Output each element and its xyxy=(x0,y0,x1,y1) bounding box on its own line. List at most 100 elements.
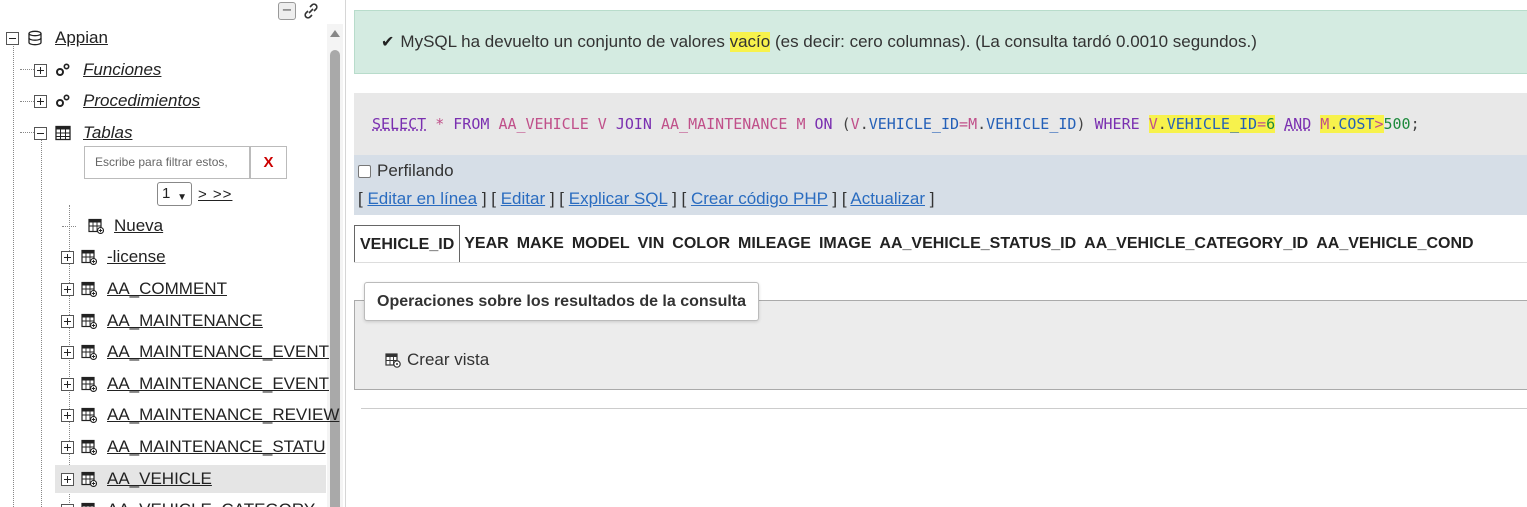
filter-clear-button[interactable]: X xyxy=(250,146,287,179)
profiling-label[interactable]: Perfilando xyxy=(377,161,454,181)
nav-scrollbar[interactable] xyxy=(327,24,343,507)
sql-table: AA_VEHICLE xyxy=(498,115,589,133)
sql-alias: V xyxy=(1148,115,1158,133)
column-header[interactable]: AA_VEHICLE_STATUS_ID xyxy=(875,225,1080,262)
sql-keyword: JOIN xyxy=(615,115,652,133)
table-icon xyxy=(55,125,71,141)
tree-node-table[interactable]: AA_VEHICLE_CATEGORY xyxy=(55,496,326,507)
tree-node-table[interactable]: -license xyxy=(55,243,326,271)
expand-toggle[interactable] xyxy=(61,440,74,454)
tree-table-label[interactable]: AA_VEHICLE xyxy=(107,469,212,489)
profiling-option[interactable]: Perfilando xyxy=(358,161,454,181)
sql-number: 500 xyxy=(1383,115,1411,133)
tree-table-label[interactable]: Nueva xyxy=(114,216,163,236)
expand-toggle[interactable] xyxy=(61,503,74,507)
link-icon[interactable] xyxy=(302,2,320,20)
create-view-link[interactable]: Crear vista xyxy=(385,350,489,370)
expand-toggle[interactable] xyxy=(34,63,47,77)
create-view-label[interactable]: Crear vista xyxy=(407,350,489,370)
column-header[interactable]: VIN xyxy=(634,225,669,262)
view-icon xyxy=(385,353,401,368)
tree-node-table[interactable]: AA_COMMENT xyxy=(55,275,326,303)
column-header[interactable]: MAKE xyxy=(513,225,568,262)
expand-toggle[interactable] xyxy=(61,250,74,264)
column-header[interactable]: MILEAGE xyxy=(734,225,815,262)
message-text-before: MySQL ha devuelto un conjunto de valores xyxy=(400,32,730,51)
chevron-down-icon: ▼ xyxy=(177,192,187,203)
sql-token: ) xyxy=(1076,115,1086,133)
tree-node-table[interactable]: AA_MAINTENANCE_EVENT xyxy=(55,338,329,366)
page-select[interactable]: 1 ▼ xyxy=(157,182,192,206)
tree-node-tablas[interactable]: Tablas xyxy=(34,119,132,147)
column-header[interactable]: AA_VEHICLE_COND xyxy=(1312,225,1477,262)
tree-node-new-table[interactable]: Nueva xyxy=(62,212,333,240)
tree-label-funciones[interactable]: Funciones xyxy=(83,60,161,80)
page-next-link[interactable]: > >> xyxy=(198,186,232,203)
collapse-all-button[interactable]: − xyxy=(278,2,296,20)
table-icon xyxy=(81,502,95,507)
tree-table-label[interactable]: AA_VEHICLE_CATEGORY xyxy=(107,500,315,507)
explain-sql-link[interactable]: Explicar SQL xyxy=(569,189,668,208)
edit-link[interactable]: Editar xyxy=(501,189,545,208)
column-header[interactable]: IMAGE xyxy=(815,225,875,262)
message-highlight: vacío xyxy=(729,32,771,52)
expand-toggle[interactable] xyxy=(61,345,74,359)
sql-alias: M xyxy=(1320,115,1330,133)
tree-table-label[interactable]: -license xyxy=(107,247,166,267)
sql-column: VEHICLE_ID xyxy=(1166,115,1258,133)
collapse-toggle[interactable] xyxy=(6,31,19,45)
profiling-checkbox[interactable] xyxy=(358,164,371,178)
tree-table-label[interactable]: AA_MAINTENANCE_EVENT xyxy=(107,342,329,362)
sql-keyword: ON xyxy=(814,115,833,133)
scroll-up-arrow-icon[interactable] xyxy=(330,30,340,37)
expand-toggle[interactable] xyxy=(61,377,74,391)
tree-table-label[interactable]: AA_COMMENT xyxy=(107,279,227,299)
tree-node-table[interactable]: AA_MAINTENANCE_EVENT xyxy=(55,370,329,398)
expand-toggle[interactable] xyxy=(34,94,47,108)
column-header[interactable]: YEAR xyxy=(460,225,512,262)
tree-table-label[interactable]: AA_MAINTENANCE xyxy=(107,311,263,331)
column-header[interactable]: AA_VEHICLE_CATEGORY_ID xyxy=(1080,225,1312,262)
gears-icon xyxy=(56,94,70,107)
expand-toggle[interactable] xyxy=(61,314,74,328)
column-header[interactable]: VEHICLE_ID xyxy=(354,225,461,262)
expand-toggle[interactable] xyxy=(61,282,74,296)
table-filter-input[interactable]: Escribe para filtrar estos, xyxy=(84,146,250,179)
result-column-headers: VEHICLE_ID YEAR MAKE MODEL VIN COLOR MILEAGE IM… xyxy=(354,225,1527,263)
tree-table-label[interactable]: AA_MAINTENANCE_REVIEW xyxy=(107,405,339,425)
page-select-value: 1 xyxy=(162,185,171,202)
tree-table-label[interactable]: AA_MAINTENANCE_STATU xyxy=(107,437,326,457)
tree-node-funciones[interactable]: Funciones xyxy=(34,56,161,84)
tree-node-table[interactable]: AA_MAINTENANCE_REVIEW xyxy=(55,401,339,429)
tree-node-table[interactable]: AA_VEHICLE xyxy=(55,465,326,493)
scroll-thumb[interactable] xyxy=(330,50,340,507)
sql-token: . xyxy=(1157,115,1167,133)
tree-table-label[interactable]: AA_MAINTENANCE_EVENT xyxy=(107,374,329,394)
create-php-code-link[interactable]: Crear código PHP xyxy=(691,189,828,208)
tree-label-tablas[interactable]: Tablas xyxy=(83,123,132,143)
refresh-link[interactable]: Actualizar xyxy=(850,189,925,208)
sql-alias: V xyxy=(597,115,607,133)
sql-keyword-and[interactable]: AND xyxy=(1284,115,1311,133)
database-icon xyxy=(28,30,42,46)
tree-node-procedimientos[interactable]: Procedimientos xyxy=(34,87,200,115)
column-header[interactable]: MODEL xyxy=(568,225,634,262)
column-header[interactable]: COLOR xyxy=(668,225,734,262)
sql-keyword: WHERE xyxy=(1094,115,1140,133)
collapse-toggle[interactable] xyxy=(34,126,47,140)
table-icon xyxy=(81,344,97,360)
sql-token: = xyxy=(1257,115,1267,133)
expand-toggle[interactable] xyxy=(61,408,74,422)
sql-query-display[interactable]: SELECT * FROM AA_VEHICLE V JOIN AA_MAINT… xyxy=(354,93,1527,155)
tree-label-appian[interactable]: Appian xyxy=(55,28,108,48)
inline-edit-link[interactable]: Editar en línea xyxy=(367,189,477,208)
success-message: ✔ MySQL ha devuelto un conjunto de valor… xyxy=(354,10,1527,74)
sql-token: * xyxy=(435,115,445,133)
sql-keyword-select[interactable]: SELECT xyxy=(372,115,426,133)
query-actions: [ Editar en línea ] [ Editar ] [ Explica… xyxy=(358,189,935,208)
tree-label-procedimientos[interactable]: Procedimientos xyxy=(83,91,200,111)
expand-toggle[interactable] xyxy=(61,472,74,486)
tree-node-table[interactable]: AA_MAINTENANCE_STATU xyxy=(55,433,326,461)
tree-node-appian[interactable]: Appian xyxy=(6,24,108,52)
tree-node-table[interactable]: AA_MAINTENANCE xyxy=(55,307,326,335)
